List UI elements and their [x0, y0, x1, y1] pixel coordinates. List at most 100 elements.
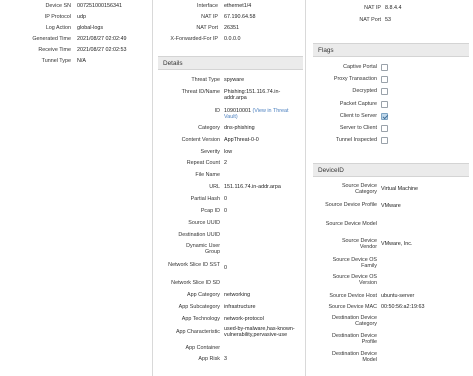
- field-app-container: App Container: [152, 345, 305, 354]
- field-value: used-by-malware,has-known-vulnerability,…: [224, 326, 295, 339]
- proxy-transaction-checkbox[interactable]: [381, 75, 388, 83]
- flag-client-to-server: Client to Server: [305, 112, 473, 122]
- flag-server-to-client: Server to Client: [305, 124, 473, 134]
- field-source-device-host: Source Device Host ubuntu-server: [305, 293, 473, 302]
- field-value: 109010001 (View in Threat Vault): [224, 108, 300, 120]
- field-value: 0: [224, 196, 227, 202]
- field-value: Phishing:151.116.74.in-addr.arpa: [224, 89, 281, 102]
- field-label: Repeat Count: [186, 160, 220, 166]
- field-value: 8.8.4.4: [385, 5, 402, 11]
- field-label: NAT Port: [359, 17, 381, 23]
- field-value: 3: [224, 356, 227, 362]
- field-label: App Container: [185, 345, 220, 351]
- field-source-uuid: Source UUID: [152, 220, 305, 229]
- flag-label: Client to Server: [339, 113, 377, 119]
- field-value: 00:50:56:a2:19:63: [381, 304, 425, 310]
- field-ip-protocol: IP Protocol udp: [0, 14, 152, 23]
- field-value: 26351: [224, 25, 239, 31]
- field-label: Source Device OS Version: [332, 274, 377, 287]
- field-value: spyware: [224, 77, 245, 83]
- flag-label: Packet Capture: [339, 101, 377, 107]
- field-label: App Risk: [198, 356, 220, 362]
- field-label: IP Protocol: [44, 14, 71, 20]
- tunnel-inspected-checkbox[interactable]: [381, 136, 388, 144]
- field-label: Generated Time: [32, 36, 71, 42]
- field-label: Dynamic User Group: [186, 243, 220, 256]
- field-label: Receive Time: [38, 47, 71, 53]
- field-repeat-count: Repeat Count 2: [152, 160, 305, 169]
- field-label: Source Device Profile: [325, 202, 377, 208]
- field-value: VMware, Inc.: [381, 241, 413, 247]
- decrypted-checkbox[interactable]: [381, 87, 388, 95]
- flag-captive-portal: Captive Portal: [305, 63, 473, 73]
- field-value: network-protocol: [224, 316, 264, 322]
- field-value: global-logs: [77, 25, 104, 31]
- field-content-version: Content Version AppThreat-0-0: [152, 137, 305, 146]
- field-label: ID: [214, 108, 220, 114]
- field-label: Category: [198, 125, 220, 131]
- field-category: Category dns-phishing: [152, 125, 305, 134]
- field-label: Network Slice ID SD: [171, 280, 220, 286]
- field-severity: Severity low: [152, 149, 305, 158]
- field-file-name: File Name: [152, 172, 305, 181]
- field-label: Source Device Category: [341, 183, 377, 196]
- field-label: Source Device Vendor: [341, 238, 377, 251]
- field-value: 67.190.64.58: [224, 14, 256, 20]
- field-url: URL 151.116.74.in-addr.arpa: [152, 184, 305, 193]
- flags-panel-title: Flags: [318, 47, 334, 54]
- client-to-server-checkbox[interactable]: [381, 112, 388, 120]
- field-label: Interface: [197, 3, 218, 9]
- captive-portal-checkbox[interactable]: [381, 63, 388, 71]
- field-label: Threat ID/Name: [181, 89, 220, 95]
- field-label: Destination UUID: [178, 232, 220, 238]
- field-value: 007251000156341: [77, 3, 122, 9]
- field-label: NAT IP: [201, 14, 218, 20]
- field-label: X-Forwarded-For IP: [170, 36, 218, 42]
- field-label: App Characteristic: [175, 329, 220, 335]
- field-label: File Name: [195, 172, 220, 178]
- field-network-slice-id-sd: Network Slice ID SD: [152, 280, 305, 289]
- field-tunnel-type: Tunnel Type N/A: [0, 58, 152, 67]
- packet-capture-checkbox[interactable]: [381, 100, 388, 108]
- field-pcap-id: Pcap ID 0: [152, 208, 305, 217]
- flag-label: Decrypted: [352, 88, 377, 94]
- field-label: Destination Device Model: [332, 351, 377, 364]
- field-label: Content Version: [181, 137, 220, 143]
- field-label: Network Slice ID SST: [168, 262, 220, 268]
- field-label: Threat Type: [191, 77, 220, 83]
- field-label: Pcap ID: [200, 208, 220, 214]
- field-source-device-mac: Source Device MAC 00:50:56:a2:19:63: [305, 304, 473, 313]
- field-device-sn: Device SN 007251000156341: [0, 3, 152, 12]
- field-threat-type: Threat Type spyware: [152, 77, 305, 86]
- details-panel-title: Details: [163, 60, 183, 67]
- field-partial-hash: Partial Hash 0: [152, 196, 305, 205]
- field-value: 151.116.74.in-addr.arpa: [224, 184, 281, 190]
- field-label: Severity: [200, 149, 220, 155]
- field-value: 0: [224, 208, 227, 214]
- field-nat-ip: NAT IP 67.190.64.58: [152, 14, 305, 23]
- field-value: 2: [224, 160, 227, 166]
- flag-proxy-transaction: Proxy Transaction: [305, 75, 473, 85]
- field-value: N/A: [77, 58, 86, 64]
- flag-decrypted: Decrypted: [305, 87, 473, 97]
- field-value: 0.0.0.0: [224, 36, 241, 42]
- field-label: URL: [209, 184, 220, 190]
- field-nat-port: NAT Port 26351: [152, 25, 305, 34]
- details-panel-header: Details: [158, 56, 303, 70]
- field-label: NAT Port: [196, 25, 218, 31]
- field-network-slice-id-sst: Network Slice ID SST 0: [152, 262, 305, 276]
- field-value: Virtual Machine: [381, 186, 419, 192]
- flag-label: Proxy Transaction: [333, 76, 377, 82]
- field-source-device-profile: Source Device Profile VMware: [305, 202, 473, 216]
- field-source-device-os-family: Source Device OS Family: [305, 257, 473, 271]
- field-app-category: App Category networking: [152, 292, 305, 301]
- field-interface: Interface ethernet1/4: [152, 3, 305, 12]
- details-column: Interface ethernet1/4 NAT IP 67.190.64.5…: [152, 0, 305, 376]
- field-label: Source Device Host: [329, 293, 377, 299]
- server-to-client-checkbox[interactable]: [381, 124, 388, 132]
- deviceid-panel-header: DeviceID: [313, 163, 469, 177]
- field-value: ubuntu-server: [381, 293, 415, 299]
- flag-label: Tunnel Inspected: [335, 137, 377, 143]
- field-value: 0: [224, 265, 227, 271]
- general-column: Device SN 007251000156341 IP Protocol ud…: [0, 0, 152, 376]
